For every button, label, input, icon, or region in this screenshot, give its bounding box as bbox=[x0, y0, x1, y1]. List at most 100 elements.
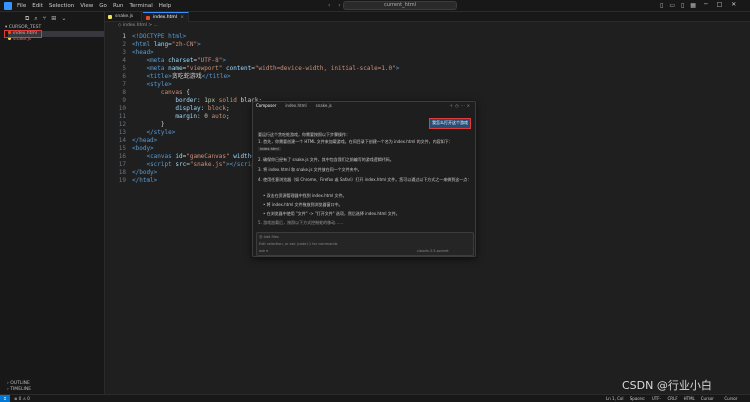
code-text[interactable]: </html> bbox=[132, 177, 157, 185]
code-text[interactable]: <html lang="zh-CN"> bbox=[132, 41, 201, 49]
line-number: 12 bbox=[118, 121, 126, 128]
line-number: 8 bbox=[122, 89, 126, 96]
line-number: 2 bbox=[122, 41, 126, 48]
code-text[interactable]: <meta name="viewport" content="width=dev… bbox=[132, 65, 399, 73]
toggle-panel-icon[interactable]: ▭ bbox=[669, 2, 675, 9]
line-number: 5 bbox=[122, 65, 126, 72]
code-text[interactable]: <script src="snake.js"></script> bbox=[132, 161, 262, 169]
line-number: 19 bbox=[118, 177, 126, 184]
close-icon[interactable]: ✕ bbox=[731, 1, 736, 8]
code-text[interactable]: </body> bbox=[132, 169, 157, 177]
menu-item-go[interactable]: Go bbox=[99, 2, 107, 10]
highlight-box-file bbox=[4, 30, 42, 38]
menu-item-terminal[interactable]: Terminal bbox=[129, 2, 152, 10]
line-number: 11 bbox=[118, 113, 126, 120]
assistant-step-5: 5. 游戏加载后，按照以下方式控制蛇的移动…… bbox=[258, 220, 344, 225]
more-icon[interactable]: ⌄ bbox=[61, 15, 66, 23]
line-number: 17 bbox=[118, 161, 126, 168]
code-line[interactable]: 5 <meta name="viewport" content="width=d… bbox=[105, 65, 405, 73]
window-controls: ─ □ ✕ bbox=[704, 1, 736, 8]
mode-selector[interactable]: ask ▾ bbox=[259, 249, 268, 253]
js-file-icon bbox=[108, 15, 112, 19]
menu-item-edit[interactable]: Edit bbox=[32, 2, 43, 10]
chat-input-box[interactable]: @ Add files Edit selection, or ask (code… bbox=[256, 232, 474, 256]
status-item[interactable]: Spaces: 4 bbox=[630, 395, 646, 402]
line-number: 4 bbox=[122, 57, 126, 64]
code-text[interactable]: <head> bbox=[132, 49, 154, 57]
tab-context-index[interactable]: index.html bbox=[285, 103, 306, 108]
bullet-item: • 双击在资源管理器中找到 index.html 文件。 bbox=[263, 193, 347, 198]
assistant-step-1: 1. 首先，你需要创建一个 HTML 文件来加载游戏。在同目录下创建一个名为 i… bbox=[258, 139, 453, 144]
status-item[interactable]: HTML bbox=[684, 395, 695, 402]
minimize-icon[interactable]: ─ bbox=[704, 1, 708, 8]
code-line[interactable]: 2 <html lang="zh-CN"> bbox=[105, 41, 405, 49]
chat-tabs: Composer index.html snake.js bbox=[256, 103, 332, 108]
status-bar-right: Ln 1, Col 1 Spaces: 4 UTF-8 CRLF HTML Cursor … bbox=[606, 395, 750, 402]
problems-indicator[interactable]: ⊗ 0 ⚠ 0 bbox=[14, 395, 30, 402]
toggle-sidebar-icon[interactable]: ▯ bbox=[660, 2, 663, 9]
menu-item-run[interactable]: Run bbox=[113, 2, 124, 10]
tab-composer[interactable]: Composer bbox=[256, 103, 276, 108]
code-line[interactable]: 7 <style> bbox=[105, 81, 405, 89]
code-text[interactable]: <body> bbox=[132, 145, 154, 153]
extensions-icon[interactable]: ⊞ bbox=[51, 15, 56, 23]
outline-section[interactable]: › OUTLINE bbox=[7, 381, 30, 386]
line-number: 14 bbox=[118, 137, 126, 144]
explorer-sidebar: ⧉ ⌕ ⑂ ⊞ ⌄ ▾ CURSOR_TEST index.html snake… bbox=[3, 12, 105, 394]
title-bar: File Edit Selection View Go Run Terminal Help ‹… bbox=[0, 0, 750, 12]
menu-item-selection[interactable]: Selection bbox=[49, 2, 74, 10]
ai-chat-panel: Composer index.html snake.js ＋◷⋯× 我怎么打开这… bbox=[252, 101, 476, 257]
code-text[interactable]: </head> bbox=[132, 137, 157, 145]
close-icon[interactable]: × bbox=[467, 103, 472, 108]
code-text[interactable]: <style> bbox=[132, 81, 171, 89]
chat-input-placeholder[interactable]: Edit selection, or ask (code) 1 for comm… bbox=[259, 242, 338, 246]
tab-index-html[interactable]: index.html × bbox=[143, 12, 189, 22]
code-line[interactable]: 3 <head> bbox=[105, 49, 405, 57]
code-line[interactable]: 4 <meta charset="UTF-8"> bbox=[105, 57, 405, 65]
status-item[interactable]: UTF-8 bbox=[652, 395, 662, 402]
timeline-section[interactable]: › TIMELINE bbox=[7, 387, 31, 392]
menu-item-help[interactable]: Help bbox=[159, 2, 172, 10]
code-text[interactable]: <title>贪吃蛇游戏</title> bbox=[132, 73, 230, 81]
menu-item-file[interactable]: File bbox=[17, 2, 26, 10]
tab-snake-js[interactable]: snake.js bbox=[105, 12, 142, 22]
html-file-icon bbox=[146, 16, 150, 20]
line-number: 16 bbox=[118, 153, 126, 160]
code-text[interactable]: margin: 0 auto; bbox=[132, 113, 229, 121]
maximize-icon[interactable]: □ bbox=[717, 1, 723, 8]
code-line[interactable]: 6 <title>贪吃蛇游戏</title> bbox=[105, 73, 405, 81]
tab-context-snake[interactable]: snake.js bbox=[316, 103, 332, 108]
code-text[interactable]: } bbox=[132, 121, 165, 129]
line-number: 3 bbox=[122, 49, 126, 56]
code-text[interactable]: <meta charset="UTF-8"> bbox=[132, 57, 226, 65]
code-reference-chip[interactable]: index.html bbox=[258, 147, 281, 151]
command-center-search[interactable]: current_html bbox=[343, 1, 457, 10]
chat-actions: ＋◷⋯× bbox=[449, 103, 472, 109]
line-number: 13 bbox=[118, 129, 126, 136]
menu-bar: File Edit Selection View Go Run Terminal Help bbox=[17, 2, 171, 10]
code-text[interactable]: border: 1px solid black; bbox=[132, 97, 262, 105]
code-text[interactable]: canvas { bbox=[132, 89, 190, 97]
close-tab-icon[interactable]: × bbox=[180, 13, 184, 23]
toggle-secondary-sidebar-icon[interactable]: ▯ bbox=[681, 2, 684, 9]
code-line[interactable]: 1 <!DOCTYPE html> bbox=[105, 33, 405, 41]
model-selector[interactable]: claude-3.5-sonnet bbox=[417, 249, 449, 253]
add-files-chip[interactable]: @ Add files bbox=[259, 235, 279, 239]
menu-item-view[interactable]: View bbox=[80, 2, 93, 10]
search-icon[interactable]: ⌕ bbox=[34, 15, 37, 23]
nav-arrows[interactable]: ‹ › bbox=[328, 2, 344, 10]
code-line[interactable]: 8 canvas { bbox=[105, 89, 405, 97]
assistant-step-3: 3. 将 index.html 和 snake.js 文件放在同一个文件夹中。 bbox=[258, 167, 362, 172]
source-control-icon[interactable]: ⑂ bbox=[43, 15, 47, 23]
remote-indicator-icon[interactable]: ⌗ bbox=[0, 395, 10, 402]
layout-icons[interactable]: ▯ ▭ ▯ ▦ bbox=[660, 2, 696, 9]
code-text[interactable]: <!DOCTYPE html> bbox=[132, 33, 186, 41]
code-text[interactable]: display: block; bbox=[132, 105, 229, 113]
customize-layout-icon[interactable]: ▦ bbox=[690, 2, 696, 9]
status-item[interactable]: Cursor Tab bbox=[701, 395, 719, 402]
code-text[interactable]: </style> bbox=[132, 129, 175, 137]
status-item[interactable]: CRLF bbox=[668, 395, 678, 402]
explorer-icon[interactable]: ⧉ bbox=[25, 15, 29, 23]
status-item[interactable]: Cursor Settings bbox=[724, 395, 750, 402]
status-item[interactable]: Ln 1, Col 1 bbox=[606, 395, 624, 402]
